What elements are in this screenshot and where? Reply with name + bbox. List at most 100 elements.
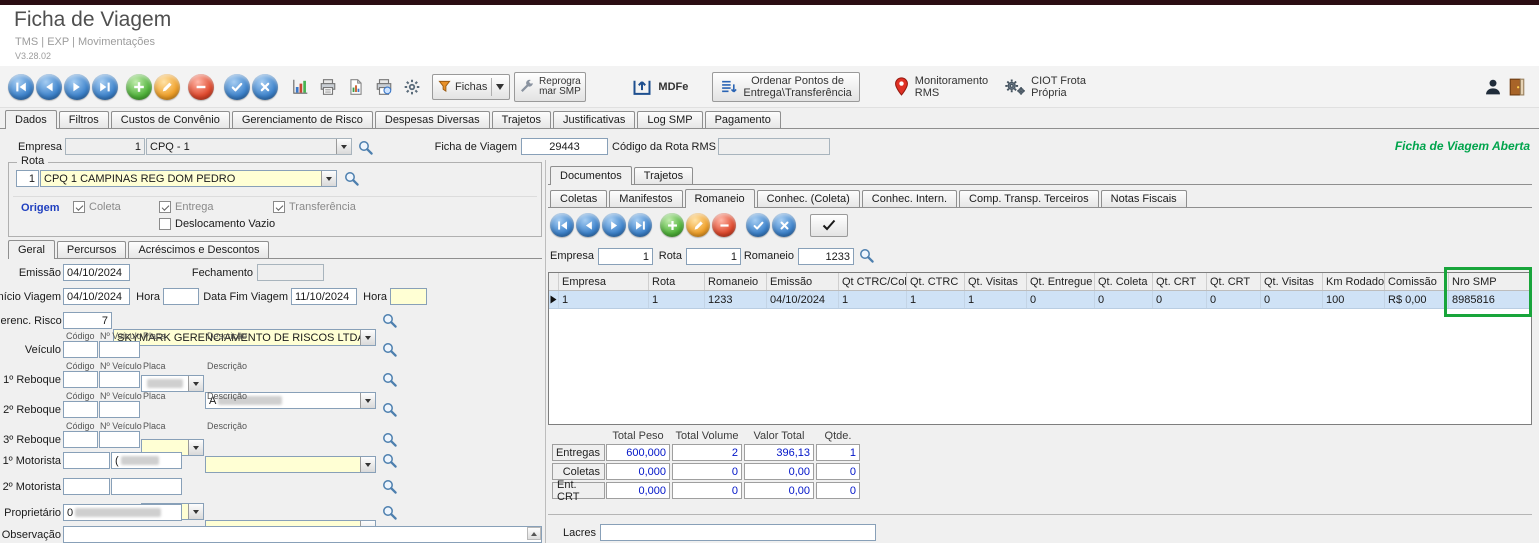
motorista1-codigo-field[interactable] bbox=[63, 452, 110, 469]
ficha-viagem-field[interactable]: 29443 bbox=[521, 138, 608, 155]
romaneio-next-button[interactable] bbox=[602, 213, 626, 237]
rota-search-icon[interactable] bbox=[343, 170, 360, 187]
tab-pagamento[interactable]: Pagamento bbox=[704, 111, 781, 128]
reboque1-codigo-field[interactable] bbox=[63, 371, 98, 388]
column-header-qt-entregue[interactable]: Qt. Entregue bbox=[1027, 273, 1095, 290]
reboque1-num-field[interactable] bbox=[99, 371, 140, 388]
add-record-button[interactable] bbox=[126, 73, 152, 100]
edit-record-button[interactable] bbox=[154, 73, 180, 100]
cancel-button[interactable] bbox=[252, 73, 278, 100]
deslocamento-vazio-checkbox[interactable]: Deslocamento Vazio bbox=[159, 218, 275, 230]
last-record-button[interactable] bbox=[92, 73, 118, 100]
column-header-qt-ctrc-col[interactable]: Qt CTRC/Col bbox=[839, 273, 907, 290]
user-button[interactable] bbox=[1484, 78, 1502, 96]
ciot-frota-button[interactable]: CIOT Frota Própria bbox=[1004, 75, 1086, 99]
rota-code-field[interactable]: 1 bbox=[16, 170, 39, 187]
romaneio-search-icon[interactable] bbox=[858, 247, 875, 264]
subtab-conhec-coleta[interactable]: Conhec. (Coleta) bbox=[756, 190, 860, 207]
subtab-romaneio[interactable]: Romaneio bbox=[684, 189, 755, 208]
romaneio-apply-button[interactable] bbox=[810, 213, 848, 237]
veiculo-num-field[interactable] bbox=[99, 341, 140, 358]
reboque1-descricao-dropdown-arrow[interactable] bbox=[360, 457, 375, 472]
hora-inicio-field[interactable] bbox=[163, 288, 199, 305]
column-header-qt-crt-1[interactable]: Qt. CRT bbox=[1153, 273, 1207, 290]
column-header-qt-visitas-1[interactable]: Qt. Visitas bbox=[965, 273, 1027, 290]
veiculo-placa-combo[interactable] bbox=[141, 375, 204, 392]
column-header-qt-ctrc[interactable]: Qt. CTRC bbox=[907, 273, 965, 290]
motorista2-search-icon[interactable] bbox=[381, 478, 398, 495]
romaneio-last-button[interactable] bbox=[628, 213, 652, 237]
romaneio-confirm-button[interactable] bbox=[746, 213, 770, 237]
lacres-field[interactable] bbox=[600, 524, 876, 541]
romaneio-numero-field[interactable]: 1233 bbox=[798, 248, 854, 265]
motorista1-search-icon[interactable] bbox=[381, 452, 398, 469]
subtab-notas-fiscais[interactable]: Notas Fiscais bbox=[1100, 190, 1187, 207]
column-header-km-rodado[interactable]: Km Rodado bbox=[1323, 273, 1385, 290]
subtab-comp-transp-terceiros[interactable]: Comp. Transp. Terceiros bbox=[959, 190, 1099, 207]
observacao-field[interactable] bbox=[63, 526, 542, 543]
column-header-qt-visitas-2[interactable]: Qt. Visitas bbox=[1261, 273, 1323, 290]
delete-record-button[interactable] bbox=[188, 73, 214, 100]
reboque2-search-icon[interactable] bbox=[381, 401, 398, 418]
tab-log-smp[interactable]: Log SMP bbox=[637, 111, 703, 128]
motorista2-fone-field[interactable] bbox=[111, 478, 182, 495]
tab-custos-convenio[interactable]: Custos de Convênio bbox=[110, 111, 230, 128]
mdfe-button[interactable]: MDFe bbox=[632, 77, 688, 97]
reboque3-search-icon[interactable] bbox=[381, 431, 398, 448]
reboque1-search-icon[interactable] bbox=[381, 371, 398, 388]
tab-documentos[interactable]: Documentos bbox=[550, 166, 632, 185]
tab-gerenciamento-risco[interactable]: Gerenciamento de Risco bbox=[231, 111, 373, 128]
subtab-conhec-intern[interactable]: Conhec. Intern. bbox=[861, 190, 958, 207]
reprogramar-smp-button[interactable]: Reprogramar SMP bbox=[514, 71, 587, 102]
tab-doc-trajetos[interactable]: Trajetos bbox=[633, 167, 694, 184]
tab-justificativas[interactable]: Justificativas bbox=[552, 111, 636, 128]
tab-geral[interactable]: Geral bbox=[8, 240, 55, 259]
export-button[interactable] bbox=[344, 73, 368, 101]
reboque3-num-field[interactable] bbox=[99, 431, 140, 448]
veiculo-descricao-dropdown-arrow[interactable] bbox=[360, 393, 375, 408]
romaneio-table-row[interactable]: 1 1 1233 04/10/2024 1 1 1 0 0 0 0 0 100 … bbox=[549, 291, 1531, 309]
reboque2-placa-dropdown-arrow[interactable] bbox=[188, 504, 203, 519]
proprietario-codigo-field[interactable]: 0 bbox=[63, 504, 182, 521]
fichas-dropdown-button[interactable]: Fichas bbox=[432, 73, 511, 100]
veiculo-placa-dropdown-arrow[interactable] bbox=[188, 376, 203, 391]
settings-button[interactable] bbox=[400, 73, 424, 101]
rota-name-combo[interactable]: CPQ 1 CAMPINAS REG DOM PEDRO bbox=[40, 170, 337, 187]
proprietario-search-icon[interactable] bbox=[381, 504, 398, 521]
gerenc-risco-search-icon[interactable] bbox=[381, 312, 398, 329]
ordenar-pontos-button[interactable]: Ordenar Pontos de Entrega\Transferência bbox=[712, 71, 860, 102]
column-header-qt-crt-2[interactable]: Qt. CRT bbox=[1207, 273, 1261, 290]
data-fim-field[interactable]: 11/10/2024 bbox=[291, 288, 357, 305]
column-header-emissao[interactable]: Emissão bbox=[767, 273, 839, 290]
column-header-rota[interactable]: Rota bbox=[649, 273, 705, 290]
first-record-button[interactable] bbox=[8, 73, 34, 100]
reboque2-num-field[interactable] bbox=[99, 401, 140, 418]
rota-dropdown-arrow[interactable] bbox=[321, 171, 336, 186]
romaneio-empresa-field[interactable]: 1 bbox=[598, 248, 653, 265]
romaneio-rota-field[interactable]: 1 bbox=[686, 248, 741, 265]
romaneio-cancel-button[interactable] bbox=[772, 213, 796, 237]
gerenc-risco-dropdown-arrow[interactable] bbox=[360, 330, 375, 345]
observacao-scroll-up-arrow[interactable] bbox=[527, 527, 541, 540]
empresa-search-icon[interactable] bbox=[357, 139, 374, 156]
reboque3-codigo-field[interactable] bbox=[63, 431, 98, 448]
tab-despesas-diversas[interactable]: Despesas Diversas bbox=[374, 111, 490, 128]
column-header-nro-smp[interactable]: Nro SMP bbox=[1449, 273, 1531, 290]
reboque2-codigo-field[interactable] bbox=[63, 401, 98, 418]
column-header-qt-coleta[interactable]: Qt. Coleta bbox=[1095, 273, 1153, 290]
tab-trajetos[interactable]: Trajetos bbox=[491, 111, 551, 128]
veiculo-codigo-field[interactable] bbox=[63, 341, 98, 358]
print-preview-button[interactable] bbox=[372, 73, 396, 101]
romaneio-edit-button[interactable] bbox=[686, 213, 710, 237]
emissao-field[interactable]: 04/10/2024 bbox=[63, 264, 130, 281]
next-record-button[interactable] bbox=[64, 73, 90, 100]
column-header-empresa[interactable]: Empresa bbox=[559, 273, 649, 290]
subtab-manifestos[interactable]: Manifestos bbox=[609, 190, 683, 207]
previous-record-button[interactable] bbox=[36, 73, 62, 100]
tab-percursos[interactable]: Percursos bbox=[56, 241, 127, 258]
romaneio-previous-button[interactable] bbox=[576, 213, 600, 237]
column-header-comissao[interactable]: Comissão bbox=[1385, 273, 1449, 290]
tab-dados[interactable]: Dados bbox=[5, 110, 57, 129]
subtab-coletas[interactable]: Coletas bbox=[550, 190, 608, 207]
deslocamento-vazio-checkbox-box[interactable] bbox=[159, 218, 171, 230]
